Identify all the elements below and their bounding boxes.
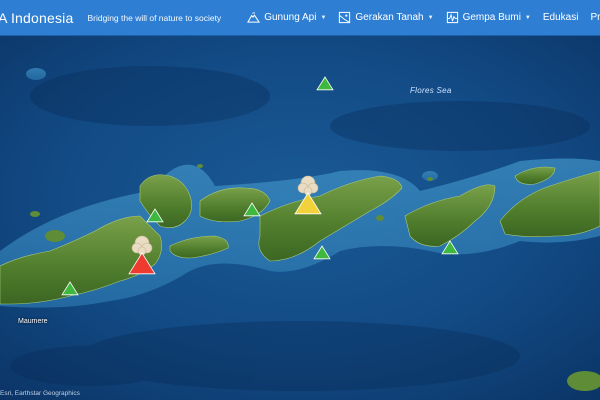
chevron-down-icon: ▼ [320, 14, 327, 21]
menu-press-release[interactable]: Press Release [584, 0, 600, 35]
menu-edukasi-label: Edukasi [542, 12, 579, 23]
main-menu: Gunung Api ▼ Gerakan Tanah ▼ Gempa Bumi … [241, 0, 600, 35]
menu-edukasi[interactable]: Edukasi [537, 0, 585, 35]
sea-label: Flores Sea [410, 86, 452, 95]
volcano-icon [247, 12, 261, 23]
chevron-down-icon: ▼ [524, 14, 531, 21]
map-attribution: Esri, Earthstar Geographics [0, 390, 80, 397]
city-label: Maumere [18, 318, 48, 325]
site-brand[interactable]: IA Indonesia [0, 10, 73, 26]
menu-gempa-bumi[interactable]: Gempa Bumi ▼ [440, 0, 537, 35]
menu-gunung-api-label: Gunung Api [264, 12, 317, 23]
top-navbar: IA Indonesia Bridging the will of nature… [0, 0, 600, 36]
menu-gempa-bumi-label: Gempa Bumi [462, 12, 521, 23]
menu-gerakan-tanah-label: Gerakan Tanah [355, 12, 424, 23]
satellite-map[interactable]: Flores Sea Maumere [0, 36, 600, 400]
chevron-down-icon: ▼ [427, 14, 434, 21]
map-canvas[interactable] [0, 36, 600, 400]
menu-gerakan-tanah[interactable]: Gerakan Tanah ▼ [332, 0, 439, 35]
landslide-icon [339, 11, 351, 24]
menu-press-release-label: Press Release [590, 12, 600, 23]
menu-gunung-api[interactable]: Gunung Api ▼ [241, 0, 332, 35]
site-tagline: Bridging the will of nature to society [87, 12, 222, 23]
earthquake-icon [446, 11, 458, 24]
